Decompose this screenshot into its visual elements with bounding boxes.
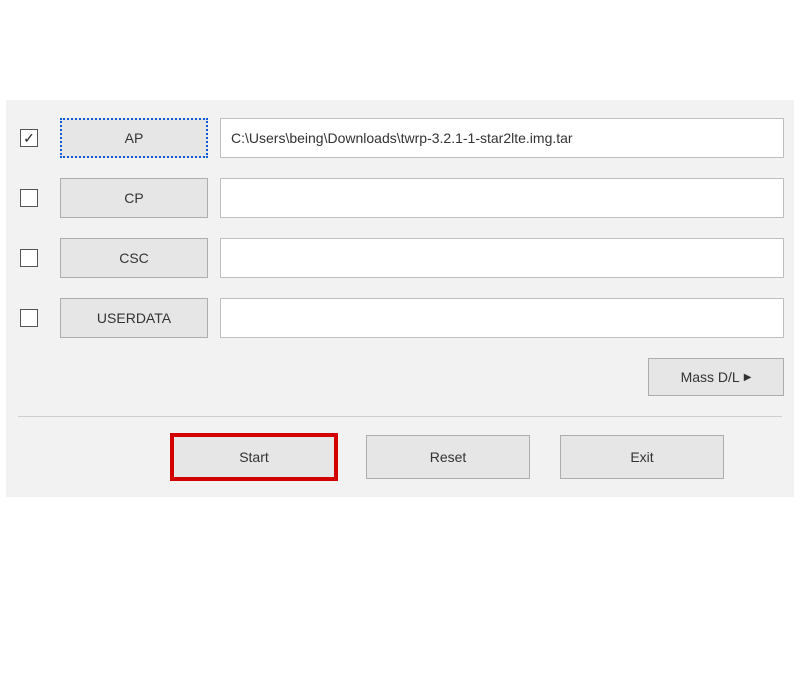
cp-path-field[interactable]	[220, 178, 784, 218]
row-ap: ✓ AP	[16, 118, 784, 158]
mass-dl-label: Mass D/L	[681, 369, 740, 385]
row-userdata: USERDATA	[16, 298, 784, 338]
cp-button-label: CP	[124, 190, 143, 206]
check-icon: ✓	[23, 131, 35, 145]
userdata-button[interactable]: USERDATA	[60, 298, 208, 338]
reset-button[interactable]: Reset	[366, 435, 530, 479]
checkbox-userdata[interactable]	[20, 309, 38, 327]
ap-button[interactable]: AP	[60, 118, 208, 158]
userdata-path-field[interactable]	[220, 298, 784, 338]
firmware-panel: ✓ AP CP CSC	[6, 100, 794, 497]
csc-button[interactable]: CSC	[60, 238, 208, 278]
exit-button-label: Exit	[630, 449, 653, 465]
ap-button-label: AP	[125, 130, 144, 146]
row-cp: CP	[16, 178, 784, 218]
csc-button-label: CSC	[119, 250, 149, 266]
mass-dl-row: Mass D/L ▶	[16, 358, 784, 396]
mass-dl-button[interactable]: Mass D/L ▶	[648, 358, 784, 396]
ap-path-field[interactable]	[220, 118, 784, 158]
csc-path-field[interactable]	[220, 238, 784, 278]
row-csc: CSC	[16, 238, 784, 278]
userdata-button-label: USERDATA	[97, 310, 171, 326]
action-row: Start Reset Exit	[16, 435, 784, 479]
checkbox-csc[interactable]	[20, 249, 38, 267]
start-button-label: Start	[239, 449, 269, 465]
start-button[interactable]: Start	[172, 435, 336, 479]
window-content: ✓ AP CP CSC	[0, 100, 800, 497]
exit-button[interactable]: Exit	[560, 435, 724, 479]
cp-button[interactable]: CP	[60, 178, 208, 218]
checkbox-ap[interactable]: ✓	[20, 129, 38, 147]
divider	[18, 416, 782, 417]
checkbox-cp[interactable]	[20, 189, 38, 207]
chevron-right-icon: ▶	[744, 372, 752, 383]
reset-button-label: Reset	[430, 449, 467, 465]
